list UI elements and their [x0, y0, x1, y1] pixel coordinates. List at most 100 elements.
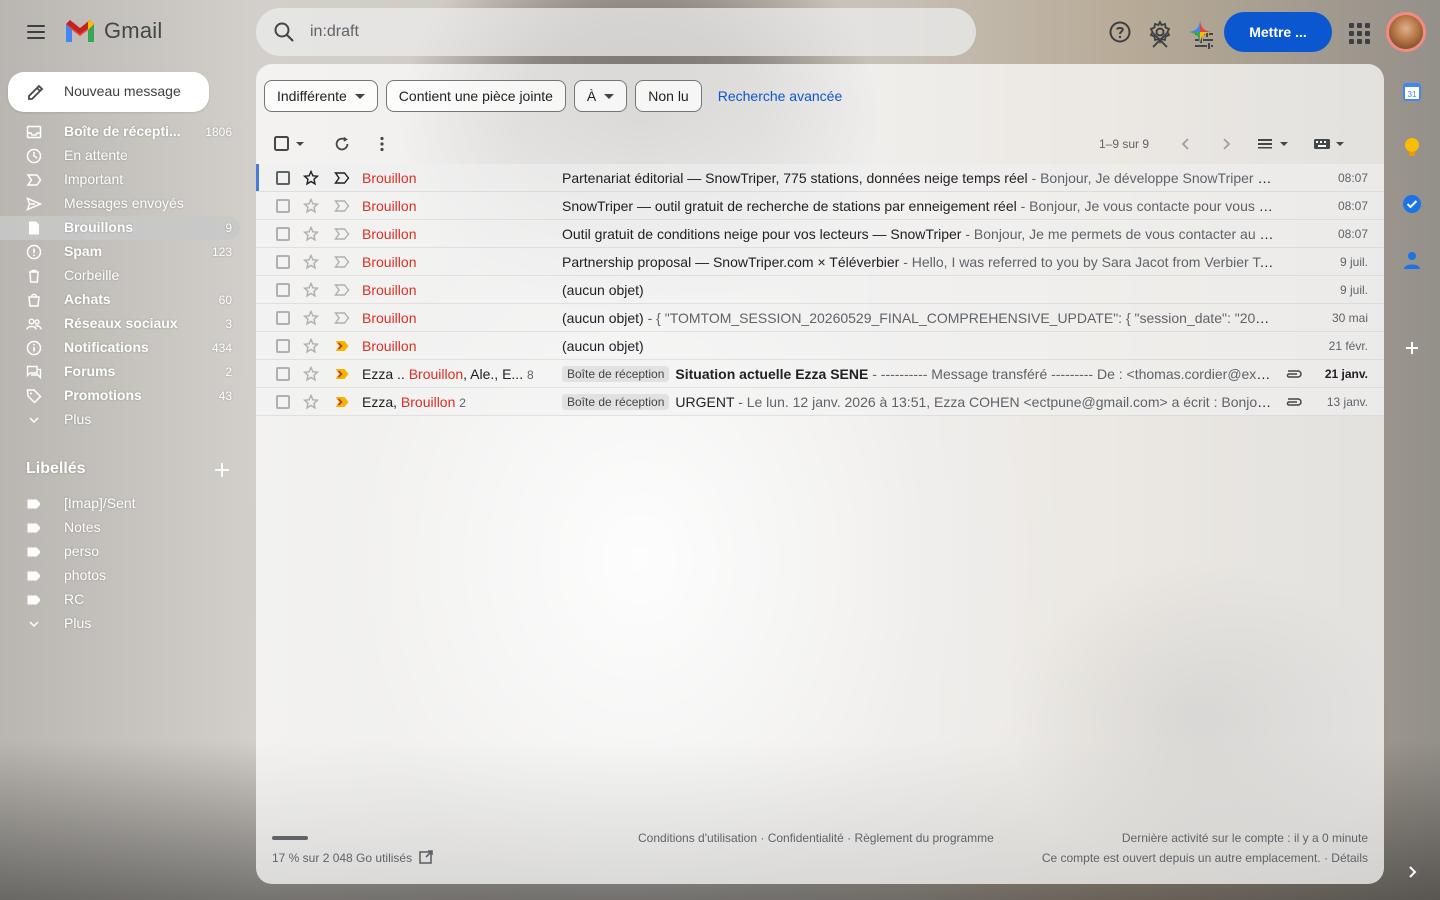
add-label-icon[interactable]: [212, 460, 232, 480]
star-icon[interactable]: [303, 254, 319, 270]
select-all-checkbox[interactable]: [272, 132, 308, 156]
important-marker-icon[interactable]: [334, 228, 350, 240]
program-policy-link[interactable]: Règlement du programme: [854, 831, 993, 845]
email-row[interactable]: Ezza .. Brouillon, Ale., E... 8 Boîte de …: [256, 360, 1384, 388]
expand-panel-icon[interactable]: [1400, 860, 1424, 884]
gmail-logo[interactable]: Gmail: [64, 18, 162, 44]
input-tools-toggle[interactable]: [1310, 132, 1350, 156]
avatar[interactable]: [1386, 12, 1426, 52]
session-details-link[interactable]: Ce compte est ouvert depuis un autre emp…: [1042, 851, 1368, 865]
sidebar-item-notifications[interactable]: Notifications 434: [0, 336, 240, 360]
density-toggle[interactable]: [1254, 132, 1294, 156]
star-icon[interactable]: [303, 282, 319, 298]
email-row[interactable]: Brouillon (aucun objet) 21 févr.: [256, 332, 1384, 360]
important-marker-icon[interactable]: [334, 284, 350, 296]
sidebar-item-label-rc[interactable]: RC: [0, 588, 240, 612]
sidebar-item-promotions[interactable]: Promotions 43: [0, 384, 240, 408]
important-marker-icon[interactable]: [334, 256, 350, 268]
important-marker-icon[interactable]: [334, 312, 350, 324]
email-row[interactable]: Ezza, Brouillon 2 Boîte de réception URGEN…: [256, 388, 1384, 416]
help-icon[interactable]: [1108, 20, 1132, 44]
terms-link[interactable]: Conditions d'utilisation: [638, 831, 757, 845]
sender-cell: Brouillon: [362, 198, 552, 214]
refresh-button[interactable]: [330, 132, 354, 156]
row-checkbox[interactable]: [276, 227, 290, 241]
important-marker-icon[interactable]: [334, 172, 350, 184]
prev-page-button[interactable]: [1174, 132, 1198, 156]
search-input[interactable]: [310, 20, 870, 44]
star-icon[interactable]: [303, 226, 319, 242]
email-row[interactable]: Brouillon (aucun objet) 9 juil.: [256, 276, 1384, 304]
upgrade-button[interactable]: Mettre ...: [1224, 12, 1332, 52]
important-marker-icon[interactable]: [334, 340, 350, 352]
email-row[interactable]: Brouillon Partnership proposal — SnowTrip…: [256, 248, 1384, 276]
star-icon[interactable]: [303, 198, 319, 214]
email-row[interactable]: Brouillon (aucun objet) - { "TOMTOM_SESSI…: [256, 304, 1384, 332]
main-menu-button[interactable]: [20, 16, 52, 48]
sidebar-item-label-photos[interactable]: photos: [0, 564, 240, 588]
row-checkbox[interactable]: [276, 283, 290, 297]
sidebar-item-labels-more[interactable]: Plus: [0, 612, 240, 636]
row-checkbox[interactable]: [276, 339, 290, 353]
sidebar-item-brouillons[interactable]: Brouillons 9: [0, 216, 240, 240]
row-checkbox[interactable]: [276, 367, 290, 381]
sidebar-item-spam[interactable]: Spam 123: [0, 240, 240, 264]
sidebar-item-label: [Imap]/Sent: [64, 495, 136, 511]
tasks-app-icon[interactable]: [1400, 192, 1424, 216]
star-icon[interactable]: [303, 170, 319, 186]
star-icon[interactable]: [303, 310, 319, 326]
more-actions-button[interactable]: [370, 132, 394, 156]
storage-bar: [272, 836, 308, 840]
open-external-icon[interactable]: [418, 849, 434, 865]
row-checkbox[interactable]: [276, 255, 290, 269]
sidebar-item-plus[interactable]: Plus: [0, 408, 240, 432]
email-row[interactable]: Brouillon Partenariat éditorial — SnowTri…: [256, 164, 1384, 192]
filter-unread-chip[interactable]: Non lu: [635, 80, 702, 112]
important-marker-icon[interactable]: [334, 396, 350, 408]
calendar-app-icon[interactable]: 31: [1400, 80, 1424, 104]
label-badge[interactable]: Boîte de réception: [562, 394, 670, 410]
filter-to-chip[interactable]: À: [573, 80, 628, 112]
sidebar-item-messages-envoy-s[interactable]: Messages envoyés: [0, 192, 240, 216]
sidebar-item-achats[interactable]: Achats 60: [0, 288, 240, 312]
label-badge[interactable]: Boîte de réception: [562, 366, 670, 382]
star-icon[interactable]: [303, 338, 319, 354]
important-marker-icon[interactable]: [334, 200, 350, 212]
important-marker-icon[interactable]: [334, 368, 350, 380]
contacts-app-icon[interactable]: [1400, 248, 1424, 272]
row-checkbox[interactable]: [276, 171, 290, 185]
gear-icon[interactable]: [1148, 20, 1172, 44]
chevron-right-icon: [1223, 138, 1231, 150]
row-checkbox[interactable]: [276, 311, 290, 325]
sidebar-item-label-imap-sent[interactable]: [Imap]/Sent: [0, 492, 240, 516]
compose-button[interactable]: Nouveau message: [8, 72, 209, 112]
star-icon[interactable]: [303, 394, 319, 410]
sidebar-item-en-attente[interactable]: En attente: [0, 144, 240, 168]
advanced-search-link[interactable]: Recherche avancée: [718, 88, 843, 104]
next-page-button[interactable]: [1214, 132, 1238, 156]
filter-from-chip[interactable]: Indifférente: [264, 80, 378, 112]
keep-app-icon[interactable]: [1400, 136, 1424, 160]
filter-attachment-chip[interactable]: Contient une pièce jointe: [385, 80, 566, 112]
sidebar-item-corbeille[interactable]: Corbeille: [0, 264, 240, 288]
google-apps-icon[interactable]: [1346, 20, 1370, 44]
search-icon[interactable]: [272, 20, 296, 44]
sidebar-item-label-notes[interactable]: Notes: [0, 516, 240, 540]
email-row[interactable]: Brouillon SnowTriper — outil gratuit de r…: [256, 192, 1384, 220]
row-checkbox[interactable]: [276, 395, 290, 409]
email-row[interactable]: Brouillon Outil gratuit de conditions nei…: [256, 220, 1384, 248]
sidebar-item-bo-te-de-r-cepti[interactable]: Boîte de récepti... 1806: [0, 120, 240, 144]
sidebar-item-important[interactable]: Important: [0, 168, 240, 192]
privacy-link[interactable]: Confidentialité: [768, 831, 844, 845]
star-icon[interactable]: [303, 366, 319, 382]
sidebar-item-label-perso[interactable]: perso: [0, 540, 240, 564]
sidebar-item-r-seaux-sociaux[interactable]: Réseaux sociaux 3: [0, 312, 240, 336]
row-checkbox[interactable]: [276, 199, 290, 213]
sidebar-item-forums[interactable]: Forums 2: [0, 360, 240, 384]
add-app-icon[interactable]: [1400, 336, 1424, 360]
checkbox-dropdown-icon: [274, 136, 304, 151]
gemini-icon[interactable]: [1188, 20, 1212, 44]
sender-name: Ezza,: [362, 394, 401, 410]
compose-label: Nouveau message: [64, 83, 181, 99]
email-content: (aucun objet): [562, 338, 1274, 354]
